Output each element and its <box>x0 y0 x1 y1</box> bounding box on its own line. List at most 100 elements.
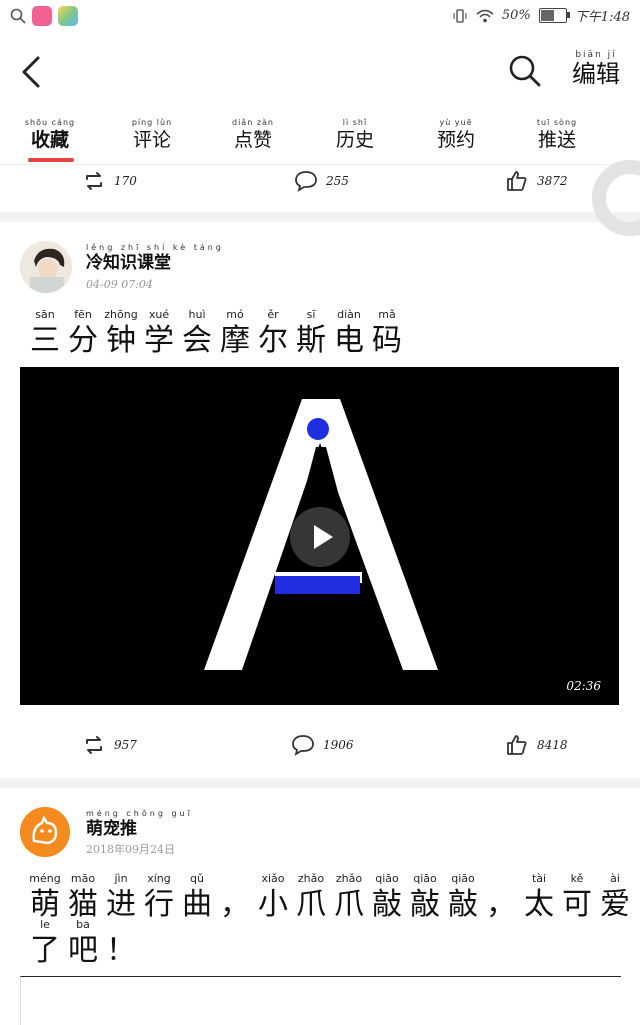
char-pinyin: zhōng <box>104 308 138 321</box>
like-button[interactable]: 3872 <box>505 169 568 193</box>
post-time: 04-09 07:04 <box>86 278 153 291</box>
tab-label: 点赞 <box>233 129 272 151</box>
edit-pinyin: biān jí <box>575 50 617 60</box>
char-hanzi: 猫 <box>68 887 98 922</box>
tab-label: 推送 <box>537 129 576 151</box>
char-pinyin: ba <box>76 918 90 931</box>
post-author[interactable]: lěng zhī shí kè táng 冷知识课堂 <box>86 243 224 273</box>
tab-pinyin: píng lùn <box>131 118 173 127</box>
title-char: xiǎo 小 <box>254 872 292 922</box>
title-char: zhǎo 爪 <box>292 873 330 922</box>
comment-count: 255 <box>326 174 349 188</box>
comment-button[interactable]: 1906 <box>291 733 354 757</box>
tab-likes[interactable]: diǎn zàn 点赞 <box>208 118 298 152</box>
char-pinyin: sān <box>35 308 55 321</box>
post-image-preview[interactable] <box>20 976 621 1025</box>
title-char: huì 会 <box>178 308 216 358</box>
like-count: 3872 <box>537 174 568 188</box>
char-pinyin: qiāo <box>451 872 475 885</box>
tab-comments[interactable]: píng lùn 评论 <box>107 118 197 152</box>
char-pinyin: diàn <box>337 308 361 321</box>
search-icon <box>10 8 26 24</box>
comment-icon <box>295 171 317 192</box>
char-hanzi: 小 <box>258 887 288 922</box>
status-bar: 50% 下午1:48 <box>0 0 640 34</box>
char-pinyin: ài <box>610 872 620 885</box>
char-pinyin: māo <box>70 872 96 885</box>
char-pinyin: ěr <box>267 308 279 321</box>
title-char: sī 斯 <box>292 309 330 358</box>
char-hanzi: 敲 <box>410 887 440 922</box>
char-pinyin: xiǎo <box>261 872 285 885</box>
char-pinyin: huì <box>188 308 206 321</box>
play-icon <box>314 525 333 549</box>
title-char: mǎ 码 <box>368 308 406 358</box>
author-name: 萌宠推 <box>86 819 137 839</box>
post-title[interactable]: méng 萌 māo 猫 jìn 进 xíng 行 qǔ 曲， xiǎo 小 zhǎo 爪 zhǎo 爪 qiā… <box>26 872 634 922</box>
avatar[interactable] <box>20 807 70 857</box>
post-author[interactable]: méng chǒng guī 萌宠推 <box>86 809 193 839</box>
tab-pinyin: diǎn zàn <box>232 118 274 127</box>
char-hanzi: 三 <box>30 323 60 358</box>
tab-reservations[interactable]: yù yuē 预约 <box>411 118 501 152</box>
title-char: sān 三 <box>26 308 64 358</box>
tab-favorites[interactable]: shōu cáng 收藏 <box>5 118 95 152</box>
title-char: le 了 <box>26 918 64 968</box>
tab-label: 历史 <box>335 129 374 151</box>
char-pinyin: qǔ <box>190 872 204 885</box>
tab-pinyin: tuī sòng <box>536 118 578 127</box>
char-hanzi: ， <box>486 887 516 922</box>
author-pinyin: lěng zhī shí kè táng <box>86 243 224 252</box>
tab-push[interactable]: tuī sòng 推送 <box>512 118 602 152</box>
wifi-icon <box>476 9 494 22</box>
char-hanzi: 尔 <box>258 323 288 358</box>
video-player[interactable]: 02:36 <box>20 367 619 705</box>
char-hanzi: 码 <box>372 323 402 358</box>
repost-button[interactable]: 170 <box>82 169 137 193</box>
char-hanzi: 分 <box>68 323 98 358</box>
post-title[interactable]: sān 三 fēn 分 zhōng 钟 xué 学 huì 会 mó 摩 ěr 尔 sī 斯 diàn 电 mǎ 码 <box>26 308 406 358</box>
char-hanzi: 爪 <box>334 887 364 922</box>
char-pinyin <box>102 920 140 934</box>
char-hanzi: 爱 <box>600 887 630 922</box>
char-pinyin: le <box>40 918 50 931</box>
repost-icon <box>86 736 102 754</box>
char-pinyin: zhǎo <box>335 872 363 885</box>
char-hanzi: 曲 <box>182 887 212 922</box>
char-pinyin: mǎ <box>378 308 396 321</box>
vibrate-icon <box>453 8 467 23</box>
char-hanzi: 学 <box>144 323 174 358</box>
title-char: qiāo 敲 <box>406 872 444 922</box>
char-hanzi: 萌 <box>30 887 60 922</box>
post-title-continued[interactable]: le 了 ba 吧！ <box>26 918 140 968</box>
char-pinyin: qiāo <box>413 872 437 885</box>
back-arrow-icon[interactable] <box>18 54 48 90</box>
like-button[interactable]: 8418 <box>505 733 568 757</box>
app-icon-colorful <box>58 6 78 26</box>
title-char: kě 可 <box>558 873 596 922</box>
avatar[interactable] <box>20 241 72 293</box>
char-hanzi: 爪 <box>296 887 326 922</box>
search-icon[interactable] <box>508 54 542 88</box>
tab-pinyin: yù yuē <box>439 118 473 127</box>
char-pinyin: xué <box>148 308 170 321</box>
char-pinyin <box>482 874 520 888</box>
tab-label: 收藏 <box>30 129 69 151</box>
edit-button[interactable]: biān jí 编辑 <box>572 50 620 88</box>
comment-button[interactable]: 255 <box>294 169 349 193</box>
edit-label: 编辑 <box>572 60 620 88</box>
repost-icon <box>86 172 102 190</box>
title-char: xíng 行 <box>140 872 178 922</box>
post-time: 2018年09月24日 <box>86 843 175 856</box>
repost-button[interactable]: 957 <box>82 733 137 757</box>
post-actions: 170 255 3872 <box>0 163 640 209</box>
tab-history[interactable]: lì shǐ 历史 <box>310 118 400 152</box>
clock: 下午1:48 <box>574 10 630 25</box>
char-hanzi: 敲 <box>372 887 402 922</box>
char-hanzi: 敲 <box>448 887 478 922</box>
comment-icon <box>292 735 314 756</box>
play-button[interactable] <box>290 507 350 567</box>
author-name: 冷知识课堂 <box>86 253 171 273</box>
char-pinyin: xíng <box>147 872 171 885</box>
char-pinyin: mó <box>226 308 244 321</box>
